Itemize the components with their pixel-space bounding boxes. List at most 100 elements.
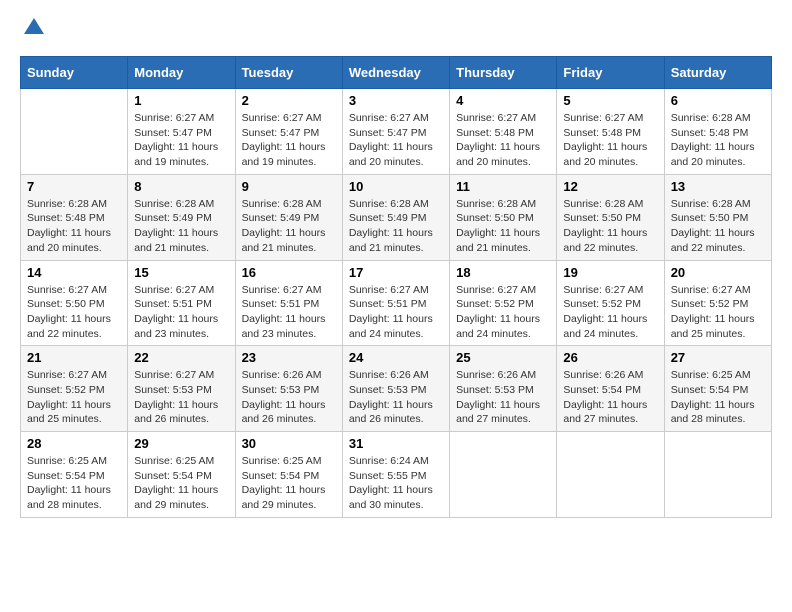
day-info: Sunrise: 6:25 AMSunset: 5:54 PMDaylight:… bbox=[134, 454, 228, 513]
header-monday: Monday bbox=[128, 57, 235, 89]
calendar-cell: 31 Sunrise: 6:24 AMSunset: 5:55 PMDayligh… bbox=[342, 432, 449, 518]
header-sunday: Sunday bbox=[21, 57, 128, 89]
day-number: 21 bbox=[27, 350, 121, 365]
calendar-cell: 4Sunrise: 6:27 AMSunset: 5:48 PMDaylight… bbox=[450, 89, 557, 175]
logo-icon bbox=[22, 16, 46, 40]
day-number: 25 bbox=[456, 350, 550, 365]
day-info: Sunrise: 6:27 AMSunset: 5:52 PMDaylight:… bbox=[456, 283, 550, 342]
day-info: Sunrise: 6:25 AMSunset: 5:54 PMDaylight:… bbox=[671, 368, 765, 427]
calendar-cell: 26 Sunrise: 6:26 AMSunset: 5:54 PMDayligh… bbox=[557, 346, 664, 432]
day-info: Sunrise: 6:27 AMSunset: 5:52 PMDaylight:… bbox=[671, 283, 765, 342]
day-number: 12 bbox=[563, 179, 657, 194]
day-info: Sunrise: 6:28 AMSunset: 5:49 PMDaylight:… bbox=[242, 197, 336, 256]
calendar-week-4: 21 Sunrise: 6:27 AMSunset: 5:52 PMDayligh… bbox=[21, 346, 772, 432]
calendar-cell: 8Sunrise: 6:28 AMSunset: 5:49 PMDaylight… bbox=[128, 174, 235, 260]
calendar-cell: 7 Sunrise: 6:28 AMSunset: 5:48 PMDaylight… bbox=[21, 174, 128, 260]
calendar-cell: 10 Sunrise: 6:28 AMSunset: 5:49 PMDayligh… bbox=[342, 174, 449, 260]
day-info: Sunrise: 6:26 AMSunset: 5:53 PMDaylight:… bbox=[456, 368, 550, 427]
calendar-cell: 14 Sunrise: 6:27 AMSunset: 5:50 PMDayligh… bbox=[21, 260, 128, 346]
header-wednesday: Wednesday bbox=[342, 57, 449, 89]
calendar-cell: 24 Sunrise: 6:26 AMSunset: 5:53 PMDayligh… bbox=[342, 346, 449, 432]
day-number: 9 bbox=[242, 179, 336, 194]
day-info: Sunrise: 6:27 AMSunset: 5:50 PMDaylight:… bbox=[27, 283, 121, 342]
day-info: Sunrise: 6:28 AMSunset: 5:49 PMDaylight:… bbox=[349, 197, 443, 256]
day-number: 22 bbox=[134, 350, 228, 365]
day-number: 24 bbox=[349, 350, 443, 365]
calendar-cell: 16 Sunrise: 6:27 AMSunset: 5:51 PMDayligh… bbox=[235, 260, 342, 346]
header-thursday: Thursday bbox=[450, 57, 557, 89]
calendar-cell: 11Sunrise: 6:28 AMSunset: 5:50 PMDayligh… bbox=[450, 174, 557, 260]
header-tuesday: Tuesday bbox=[235, 57, 342, 89]
calendar-cell: 9 Sunrise: 6:28 AMSunset: 5:49 PMDaylight… bbox=[235, 174, 342, 260]
day-number: 16 bbox=[242, 265, 336, 280]
calendar-cell: 15Sunrise: 6:27 AMSunset: 5:51 PMDayligh… bbox=[128, 260, 235, 346]
calendar-header-row: SundayMondayTuesdayWednesdayThursdayFrid… bbox=[21, 57, 772, 89]
day-number: 17 bbox=[349, 265, 443, 280]
calendar-cell: 1Sunrise: 6:27 AMSunset: 5:47 PMDaylight… bbox=[128, 89, 235, 175]
day-info: Sunrise: 6:27 AMSunset: 5:51 PMDaylight:… bbox=[242, 283, 336, 342]
day-number: 31 bbox=[349, 436, 443, 451]
day-info: Sunrise: 6:28 AMSunset: 5:50 PMDaylight:… bbox=[563, 197, 657, 256]
day-info: Sunrise: 6:26 AMSunset: 5:54 PMDaylight:… bbox=[563, 368, 657, 427]
calendar-cell: 30 Sunrise: 6:25 AMSunset: 5:54 PMDayligh… bbox=[235, 432, 342, 518]
day-info: Sunrise: 6:27 AMSunset: 5:47 PMDaylight:… bbox=[242, 111, 336, 170]
logo bbox=[20, 20, 46, 40]
day-info: Sunrise: 6:24 AMSunset: 5:55 PMDaylight:… bbox=[349, 454, 443, 513]
day-number: 13 bbox=[671, 179, 765, 194]
day-info: Sunrise: 6:27 AMSunset: 5:47 PMDaylight:… bbox=[349, 111, 443, 170]
calendar-cell: 29 Sunrise: 6:25 AMSunset: 5:54 PMDayligh… bbox=[128, 432, 235, 518]
day-number: 14 bbox=[27, 265, 121, 280]
calendar-cell bbox=[664, 432, 771, 518]
day-number: 5 bbox=[563, 93, 657, 108]
day-number: 7 bbox=[27, 179, 121, 194]
day-info: Sunrise: 6:27 AMSunset: 5:48 PMDaylight:… bbox=[563, 111, 657, 170]
day-number: 8 bbox=[134, 179, 228, 194]
calendar-cell: 27 Sunrise: 6:25 AMSunset: 5:54 PMDayligh… bbox=[664, 346, 771, 432]
calendar-cell: 2 Sunrise: 6:27 AMSunset: 5:47 PMDaylight… bbox=[235, 89, 342, 175]
calendar-cell: 3Sunrise: 6:27 AMSunset: 5:47 PMDaylight… bbox=[342, 89, 449, 175]
day-number: 26 bbox=[563, 350, 657, 365]
calendar-cell: 6 Sunrise: 6:28 AMSunset: 5:48 PMDaylight… bbox=[664, 89, 771, 175]
calendar-cell bbox=[557, 432, 664, 518]
day-info: Sunrise: 6:28 AMSunset: 5:48 PMDaylight:… bbox=[27, 197, 121, 256]
header-friday: Friday bbox=[557, 57, 664, 89]
day-info: Sunrise: 6:27 AMSunset: 5:52 PMDaylight:… bbox=[27, 368, 121, 427]
day-info: Sunrise: 6:27 AMSunset: 5:51 PMDaylight:… bbox=[134, 283, 228, 342]
day-info: Sunrise: 6:26 AMSunset: 5:53 PMDaylight:… bbox=[349, 368, 443, 427]
day-info: Sunrise: 6:25 AMSunset: 5:54 PMDaylight:… bbox=[27, 454, 121, 513]
day-info: Sunrise: 6:28 AMSunset: 5:50 PMDaylight:… bbox=[456, 197, 550, 256]
calendar-cell: 22 Sunrise: 6:27 AMSunset: 5:53 PMDayligh… bbox=[128, 346, 235, 432]
page-header bbox=[20, 20, 772, 40]
day-info: Sunrise: 6:28 AMSunset: 5:48 PMDaylight:… bbox=[671, 111, 765, 170]
calendar-week-5: 28 Sunrise: 6:25 AMSunset: 5:54 PMDayligh… bbox=[21, 432, 772, 518]
day-info: Sunrise: 6:27 AMSunset: 5:51 PMDaylight:… bbox=[349, 283, 443, 342]
day-number: 10 bbox=[349, 179, 443, 194]
day-number: 2 bbox=[242, 93, 336, 108]
day-info: Sunrise: 6:27 AMSunset: 5:48 PMDaylight:… bbox=[456, 111, 550, 170]
calendar-cell: 5 Sunrise: 6:27 AMSunset: 5:48 PMDaylight… bbox=[557, 89, 664, 175]
day-number: 29 bbox=[134, 436, 228, 451]
calendar-cell: 12 Sunrise: 6:28 AMSunset: 5:50 PMDayligh… bbox=[557, 174, 664, 260]
calendar-cell bbox=[21, 89, 128, 175]
day-number: 30 bbox=[242, 436, 336, 451]
calendar-week-1: 1Sunrise: 6:27 AMSunset: 5:47 PMDaylight… bbox=[21, 89, 772, 175]
calendar-week-2: 7 Sunrise: 6:28 AMSunset: 5:48 PMDaylight… bbox=[21, 174, 772, 260]
calendar-cell: 28 Sunrise: 6:25 AMSunset: 5:54 PMDayligh… bbox=[21, 432, 128, 518]
calendar-table: SundayMondayTuesdayWednesdayThursdayFrid… bbox=[20, 56, 772, 518]
calendar-cell: 17 Sunrise: 6:27 AMSunset: 5:51 PMDayligh… bbox=[342, 260, 449, 346]
day-number: 20 bbox=[671, 265, 765, 280]
day-info: Sunrise: 6:25 AMSunset: 5:54 PMDaylight:… bbox=[242, 454, 336, 513]
day-number: 6 bbox=[671, 93, 765, 108]
calendar-cell: 18 Sunrise: 6:27 AMSunset: 5:52 PMDayligh… bbox=[450, 260, 557, 346]
day-number: 27 bbox=[671, 350, 765, 365]
day-info: Sunrise: 6:27 AMSunset: 5:53 PMDaylight:… bbox=[134, 368, 228, 427]
day-number: 23 bbox=[242, 350, 336, 365]
day-number: 18 bbox=[456, 265, 550, 280]
calendar-cell: 13Sunrise: 6:28 AMSunset: 5:50 PMDayligh… bbox=[664, 174, 771, 260]
day-info: Sunrise: 6:26 AMSunset: 5:53 PMDaylight:… bbox=[242, 368, 336, 427]
header-saturday: Saturday bbox=[664, 57, 771, 89]
calendar-week-3: 14 Sunrise: 6:27 AMSunset: 5:50 PMDayligh… bbox=[21, 260, 772, 346]
calendar-cell: 19Sunrise: 6:27 AMSunset: 5:52 PMDayligh… bbox=[557, 260, 664, 346]
calendar-cell bbox=[450, 432, 557, 518]
day-number: 28 bbox=[27, 436, 121, 451]
